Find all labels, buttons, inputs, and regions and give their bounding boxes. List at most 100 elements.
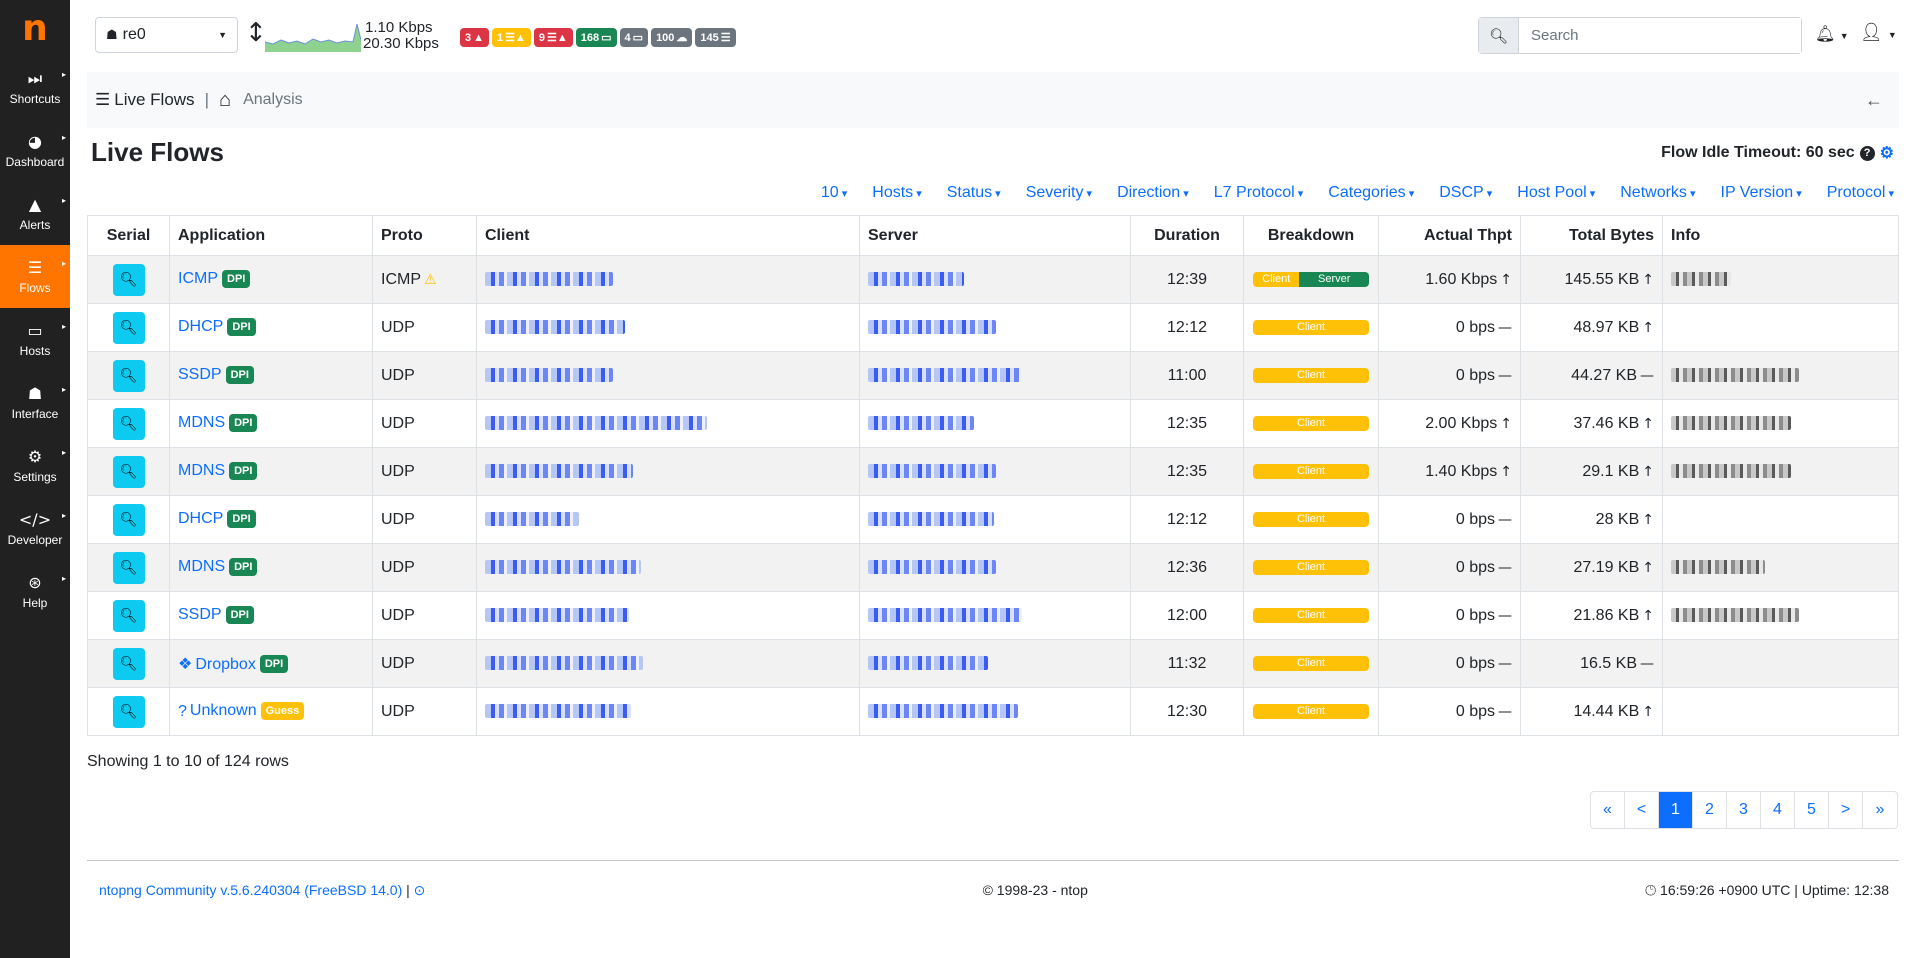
status-badge[interactable]: 168 ▭ [575, 28, 617, 47]
table-row[interactable]: 🔍︎ ❖ Dropbox DPI UDP 11:32 Client 0 bps —16.5 KB… [87, 639, 1899, 688]
page-link[interactable]: < [1625, 792, 1659, 828]
gear-icon[interactable]: ⚙ [1880, 143, 1894, 163]
traffic-monitor[interactable]: ↕ 1.10 Kbps 20.30 Kbps [245, 16, 445, 56]
help-icon[interactable]: ? [1859, 145, 1875, 161]
filter-dropdown[interactable]: Categories [1328, 184, 1414, 202]
sidebar-item-shortcuts[interactable]: ⏭ Shortcuts ▸ [0, 56, 70, 119]
zoom-in-icon[interactable]: 🔍︎ [112, 455, 145, 488]
application-link[interactable]: MDNS [178, 559, 225, 576]
application-link[interactable]: Dropbox [195, 656, 255, 673]
table-row[interactable]: 🔍︎ DHCP DPI UDP 12:12 Client 0 bps — 28 KB ↑ [87, 495, 1899, 544]
status-badge[interactable]: 3 ▲ [460, 28, 490, 47]
table-row[interactable]: 🔍︎ SSDP DPI UDP 12:00 Client 0 bps — 21.86 KB ↑ [87, 591, 1899, 640]
application-link[interactable]: MDNS [178, 463, 225, 480]
zoom-in-icon[interactable]: 🔍︎ [112, 359, 145, 392]
status-badge[interactable]: 145 ☰ [695, 28, 736, 47]
zoom-in-icon[interactable]: 🔍︎ [112, 311, 145, 344]
back-arrow-icon[interactable]: ← [1865, 90, 1883, 111]
server-host-redacted[interactable] [868, 416, 974, 431]
server-host-redacted[interactable] [868, 368, 1022, 383]
client-host-redacted[interactable] [485, 656, 643, 671]
page-link[interactable]: 3 [1727, 792, 1761, 828]
sidebar-item-help[interactable]: ⊛ Help ▸ [0, 560, 70, 623]
home-icon[interactable]: ⌂ [219, 89, 231, 112]
filter-dropdown[interactable]: IP Version [1721, 184, 1802, 202]
filter-dropdown[interactable]: Host Pool [1517, 184, 1595, 202]
sidebar-item-dashboard[interactable]: ◕ Dashboard ▸ [0, 119, 70, 182]
column-header[interactable]: Total Bytes [1520, 215, 1663, 256]
column-header[interactable]: Info [1662, 215, 1899, 256]
application-link[interactable]: SSDP [178, 367, 222, 384]
filter-dropdown[interactable]: Status [947, 184, 1001, 202]
breadcrumb-section[interactable]: Live Flows [114, 90, 194, 110]
client-host-redacted[interactable] [485, 416, 707, 431]
page-link[interactable]: 2 [1693, 792, 1727, 828]
client-host-redacted[interactable] [485, 704, 631, 719]
bell-icon[interactable]: 🔔︎ ▼ [1815, 24, 1849, 44]
column-header[interactable]: Client [476, 215, 860, 256]
status-badge[interactable]: 9 ☰▲ [533, 28, 573, 47]
status-badge[interactable]: 100 ☁ [651, 28, 693, 47]
page-link[interactable]: 5 [1795, 792, 1829, 828]
filter-dropdown[interactable]: Protocol [1827, 184, 1894, 202]
application-link[interactable]: ICMP [178, 271, 218, 288]
table-row[interactable]: 🔍︎ MDNS DPI UDP 12:35 Client 1.40 Kbps ↑ 29.1 KB… [87, 447, 1899, 496]
table-row[interactable]: 🔍︎ ICMP DPI ICMP ⚠ 12:39 Client Server 1.60 Kbps… [87, 255, 1899, 304]
filter-dropdown[interactable]: DSCP [1439, 184, 1492, 202]
status-badge[interactable]: 4 ▭ [619, 28, 649, 47]
zoom-in-icon[interactable]: 🔍︎ [112, 407, 145, 440]
column-header[interactable]: Actual Thpt [1378, 215, 1521, 256]
application-link[interactable]: Unknown [190, 703, 257, 720]
server-host-redacted[interactable] [868, 320, 996, 335]
filter-dropdown[interactable]: L7 Protocol [1214, 184, 1304, 202]
page-link[interactable]: > [1829, 792, 1863, 828]
application-link[interactable]: MDNS [178, 415, 225, 432]
search-icon[interactable]: 🔍︎ [1479, 18, 1519, 53]
zoom-in-icon[interactable]: 🔍︎ [112, 695, 145, 728]
column-header[interactable]: Application [169, 215, 373, 256]
zoom-in-icon[interactable]: 🔍︎ [112, 647, 145, 680]
client-host-redacted[interactable] [485, 560, 641, 575]
table-row[interactable]: 🔍︎ MDNS DPI UDP 12:36 Client 0 bps — 27.19 KB ↑ [87, 543, 1899, 592]
filter-dropdown[interactable]: Direction [1117, 184, 1189, 202]
application-link[interactable]: DHCP [178, 511, 223, 528]
client-host-redacted[interactable] [485, 320, 625, 335]
github-icon[interactable]: ⊙ [414, 882, 426, 898]
sidebar-item-settings[interactable]: ⚙ Settings ▸ [0, 434, 70, 497]
menu-icon[interactable]: ☰ [95, 90, 110, 110]
filter-dropdown[interactable]: Networks [1620, 184, 1695, 202]
filter-dropdown[interactable]: Severity [1026, 184, 1092, 202]
application-link[interactable]: SSDP [178, 607, 222, 624]
server-host-redacted[interactable] [868, 512, 994, 527]
server-host-redacted[interactable] [868, 608, 1022, 623]
zoom-in-icon[interactable]: 🔍︎ [112, 263, 145, 296]
sidebar-item-hosts[interactable]: ▭ Hosts ▸ [0, 308, 70, 371]
server-host-redacted[interactable] [868, 464, 996, 479]
client-host-redacted[interactable] [485, 368, 613, 383]
sidebar-item-developer[interactable]: </> Developer ▸ [0, 497, 70, 560]
client-host-redacted[interactable] [485, 512, 579, 527]
column-header[interactable]: Duration [1130, 215, 1244, 256]
client-host-redacted[interactable] [485, 272, 613, 287]
status-badge[interactable]: 1 ☰▲ [492, 28, 531, 47]
filter-dropdown[interactable]: Hosts [872, 184, 921, 202]
column-header[interactable]: Proto [372, 215, 477, 256]
page-link[interactable]: « [1591, 792, 1625, 828]
sidebar-item-interface[interactable]: ☗ Interface ▸ [0, 371, 70, 434]
table-row[interactable]: 🔍︎ DHCP DPI UDP 12:12 Client 0 bps — 48.97 KB ↑ [87, 303, 1899, 352]
zoom-in-icon[interactable]: 🔍︎ [112, 503, 145, 536]
interface-select[interactable]: ☗ re0 ▼ [95, 17, 238, 53]
server-host-redacted[interactable] [868, 560, 996, 575]
zoom-in-icon[interactable]: 🔍︎ [112, 551, 145, 584]
client-host-redacted[interactable] [485, 608, 629, 623]
search-input[interactable] [1519, 18, 1801, 53]
server-host-redacted[interactable] [868, 272, 964, 287]
ntopng-logo[interactable]: n [0, 0, 70, 56]
server-host-redacted[interactable] [868, 704, 1018, 719]
sidebar-item-flows[interactable]: ☰ Flows ▸ [0, 245, 70, 308]
sidebar-item-alerts[interactable]: ▲ Alerts ▸ [0, 182, 70, 245]
table-row[interactable]: 🔍︎? Unknown Guess UDP 12:30 Client 0 bps — 14.44… [87, 687, 1899, 736]
page-link[interactable]: » [1863, 792, 1897, 828]
column-header[interactable]: Breakdown [1243, 215, 1379, 256]
user-icon[interactable]: 👤︎ ▼ [1860, 22, 1897, 43]
